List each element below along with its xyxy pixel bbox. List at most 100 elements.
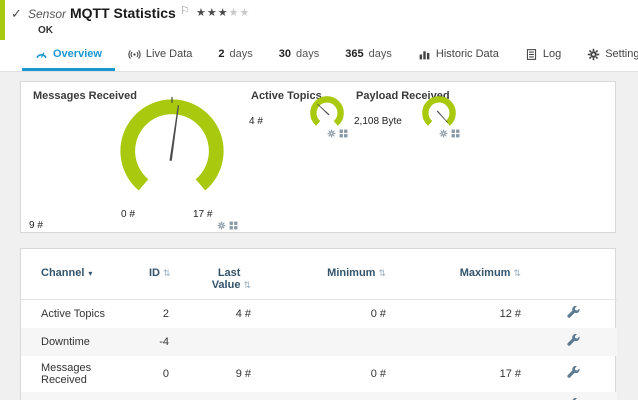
active-topics-gauge [307,93,347,133]
gauge-icon [35,48,48,61]
gauge-table-icon[interactable] [229,221,238,230]
gauge-current-value: 2,108 Byte [354,116,402,127]
gauge-corner-icons [439,129,460,138]
channel-minimum: 0 # [259,356,394,392]
sort-icon[interactable]: ⇅ [243,280,251,290]
table-row: Payload Received 1 2,108 Byte 0 Byte 2,1… [21,392,617,400]
tab-label: Log [543,48,561,60]
gear-icon [587,48,600,61]
channel-maximum: 12 # [394,300,529,329]
tab-label-number: 30 [279,48,291,60]
sensor-header: ✓ Sensor MQTT Statistics ⚐ ★★★★★ OK [0,0,638,40]
channel-name[interactable]: Payload Received [21,392,141,400]
column-header-label: ID [149,267,160,279]
payload-received-gauge [419,93,459,133]
tab-historic-data[interactable]: Historic Data [405,40,512,71]
column-header-label: Minimum [327,267,375,279]
column-header-label: Last Value [196,267,240,291]
column-header-channel[interactable]: Channel ▾ [21,263,141,300]
priority-stars[interactable]: ★★★★★ [196,6,250,19]
channels-table-panel: Channel▾ ID⇅ Last Value⇅ Minimum⇅ Maximu… [20,248,616,400]
column-header-tools [529,263,617,300]
column-header-label: Channel [41,267,84,279]
tab-label: Settings [605,48,638,60]
page-title: MQTT Statistics [70,5,176,21]
tab-log[interactable]: Log [512,40,574,71]
channel-settings-wrench-icon[interactable] [567,366,580,379]
sort-icon[interactable]: ⇅ [513,268,521,278]
tab-365-days[interactable]: 365 days [332,40,405,71]
gauge-settings-gear-icon[interactable] [439,129,448,138]
channel-settings-wrench-icon[interactable] [567,306,580,319]
tab-overview[interactable]: Overview [22,40,115,71]
channel-id: 0 [141,356,177,392]
tab-label: Live Data [146,48,192,60]
tab-bar: Overview Live Data 2 days 30 days 365 da… [0,40,638,72]
channel-id: 1 [141,392,177,400]
column-header-last-value[interactable]: Last Value⇅ [177,263,259,300]
table-row: Downtime -4 [21,328,617,356]
chevron-down-icon[interactable]: ▾ [88,269,92,278]
flag-icon[interactable]: ⚐ [180,4,190,17]
tab-label-number: 365 [345,48,363,60]
gauges-panel: Messages Received 0 # 17 # 9 # Active To… [20,81,616,233]
column-header-maximum[interactable]: Maximum⇅ [394,263,529,300]
object-kind-label: Sensor [28,7,66,21]
gauge-table-icon[interactable] [339,129,348,138]
tab-label-number: 2 [218,48,224,60]
channel-id: 2 [141,300,177,329]
status-badge: OK [38,25,53,36]
tab-30-days[interactable]: 30 days [266,40,333,71]
channel-name[interactable]: Active Topics [21,300,141,329]
channel-name[interactable]: Downtime [21,328,141,356]
channel-last-value: 4 # [177,300,259,329]
tab-label-word: days [369,48,392,60]
status-color-strip [0,0,5,40]
channel-id: -4 [141,328,177,356]
table-row: Active Topics 2 4 # 0 # 12 # [21,300,617,329]
gauge-table-icon[interactable] [451,129,460,138]
bar-chart-icon [418,48,431,61]
tab-label-word: days [296,48,319,60]
sensor-ok-check-icon: ✓ [11,6,22,22]
tab-settings[interactable]: Settings [574,40,638,71]
sort-icon[interactable]: ⇅ [163,268,171,278]
tab-2-days[interactable]: 2 days [205,40,265,71]
gauge-settings-gear-icon[interactable] [217,221,226,230]
gauge-min-label: 0 # [121,209,135,220]
messages-received-gauge [113,92,231,210]
stars-filled[interactable]: ★★★ [196,7,229,19]
channels-table: Channel▾ ID⇅ Last Value⇅ Minimum⇅ Maximu… [21,263,617,400]
signal-icon [128,48,141,61]
channel-last-value: 9 # [177,356,259,392]
channel-maximum [394,328,529,356]
tab-label: Historic Data [436,48,499,60]
channel-maximum: 2,120 Byte [394,392,529,400]
channel-minimum: 0 Byte [259,392,394,400]
channel-last-value [177,328,259,356]
column-header-label: Maximum [460,267,511,279]
channel-last-value: 2,108 Byte [177,392,259,400]
channel-minimum: 0 # [259,300,394,329]
table-header-row: Channel▾ ID⇅ Last Value⇅ Minimum⇅ Maximu… [21,263,617,300]
gauge-current-value: 9 # [29,220,43,231]
channel-name[interactable]: Messages Received [21,356,141,392]
channel-minimum [259,328,394,356]
gauge-settings-gear-icon[interactable] [327,129,336,138]
content-area: Messages Received 0 # 17 # 9 # Active To… [0,72,638,400]
gauge-corner-icons [327,129,348,138]
tab-live-data[interactable]: Live Data [115,40,205,71]
gauge-current-value: 4 # [249,116,263,127]
log-icon [525,48,538,61]
stars-empty[interactable]: ★★ [229,7,251,19]
channel-maximum: 17 # [394,356,529,392]
gauge-corner-icons [217,221,238,230]
column-header-minimum[interactable]: Minimum⇅ [259,263,394,300]
channel-settings-wrench-icon[interactable] [567,334,580,347]
table-row: Messages Received 0 9 # 0 # 17 # [21,356,617,392]
tab-label: Overview [53,48,102,60]
gauge-max-label: 17 # [193,209,212,220]
sort-icon[interactable]: ⇅ [378,268,386,278]
tab-label-word: days [230,48,253,60]
column-header-id[interactable]: ID⇅ [141,263,177,300]
